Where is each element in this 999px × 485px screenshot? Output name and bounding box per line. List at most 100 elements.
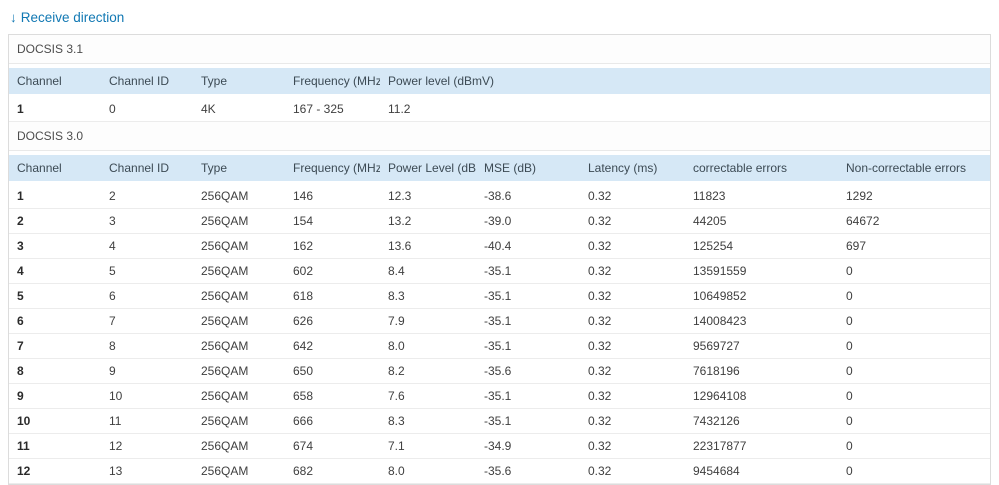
table-cell: 7 (9, 334, 101, 359)
table-cell: 9454684 (685, 459, 838, 484)
table-cell: 7.6 (380, 384, 476, 409)
table-cell: 12.3 (380, 184, 476, 209)
table-row: 5 6 256QAM 618 8.3 -35.1 0.32 10649852 0 (9, 284, 990, 309)
table-cell: 5 (9, 284, 101, 309)
table-cell: 2 (101, 184, 193, 209)
table-cell: 4 (101, 234, 193, 259)
column-header: correctable errors (685, 151, 838, 184)
table-row: 12 13 256QAM 682 8.0 -35.6 0.32 9454684 0 (9, 459, 990, 484)
table-cell: 0.32 (580, 359, 685, 384)
table-cell: 0.32 (580, 459, 685, 484)
column-header: Channel (9, 64, 101, 97)
table-cell: 146 (285, 184, 380, 209)
table-cell: 256QAM (193, 184, 285, 209)
column-header: Channel ID (101, 151, 193, 184)
table-cell: 8.0 (380, 334, 476, 359)
table-cell: 666 (285, 409, 380, 434)
table-cell: 11.2 (380, 97, 990, 122)
table-cell: 162 (285, 234, 380, 259)
table-cell: 12 (9, 459, 101, 484)
table-cell: 0 (838, 334, 990, 359)
table-cell: -38.6 (476, 184, 580, 209)
table-cell: 8.0 (380, 459, 476, 484)
table-cell: 650 (285, 359, 380, 384)
table-cell: 8.3 (380, 284, 476, 309)
column-header: Type (193, 151, 285, 184)
table-cell: -35.1 (476, 309, 580, 334)
table-cell: 7 (101, 309, 193, 334)
table-cell: 0.32 (580, 259, 685, 284)
table-cell: 1 (9, 97, 101, 122)
table-cell: 7.1 (380, 434, 476, 459)
table-cell: 682 (285, 459, 380, 484)
table-row: 9 10 256QAM 658 7.6 -35.1 0.32 12964108 0 (9, 384, 990, 409)
table-cell: 4K (193, 97, 285, 122)
table-cell: 14008423 (685, 309, 838, 334)
table-cell: 8 (101, 334, 193, 359)
table-cell: 0.32 (580, 409, 685, 434)
table-cell: 0 (838, 434, 990, 459)
table-cell: 256QAM (193, 259, 285, 284)
column-header: Channel (9, 151, 101, 184)
table-cell: 0 (838, 409, 990, 434)
table-cell: 7618196 (685, 359, 838, 384)
table-cell: 3 (101, 209, 193, 234)
column-header: Power level (dBmV) (380, 64, 990, 97)
table-cell: 8 (9, 359, 101, 384)
column-header: Type (193, 64, 285, 97)
table-cell: 256QAM (193, 459, 285, 484)
table-cell: 642 (285, 334, 380, 359)
table-cell: 256QAM (193, 234, 285, 259)
table-cell: 602 (285, 259, 380, 284)
table-cell: 6 (9, 309, 101, 334)
table-cell: 0 (838, 359, 990, 384)
column-header: Power Level (dBmV) (380, 151, 476, 184)
page-title: Receive direction (20, 10, 125, 25)
table-cell: 1 (9, 184, 101, 209)
table-cell: 674 (285, 434, 380, 459)
docsis-31-table: Channel Channel ID Type Frequency (MHz) Powe… (9, 64, 990, 122)
table-cell: 256QAM (193, 309, 285, 334)
table-header-row: Channel Channel ID Type Frequency (MHz) Powe… (9, 64, 990, 97)
table-cell: 0.32 (580, 234, 685, 259)
table-cell: 22317877 (685, 434, 838, 459)
table-row: 6 7 256QAM 626 7.9 -35.1 0.32 14008423 0 (9, 309, 990, 334)
column-header: Frequency (MHz) (285, 151, 380, 184)
table-cell: -35.1 (476, 409, 580, 434)
table-cell: 6 (101, 284, 193, 309)
table-cell: 11 (9, 434, 101, 459)
table-cell: 8.3 (380, 409, 476, 434)
table-cell: 8.2 (380, 359, 476, 384)
table-cell: 0.32 (580, 284, 685, 309)
channel-tables-panel: DOCSIS 3.1 Channel Channel ID Type Frequenc… (8, 34, 991, 485)
table-cell: 0.32 (580, 184, 685, 209)
table-cell: -35.1 (476, 284, 580, 309)
table-cell: -35.6 (476, 359, 580, 384)
table-cell: 13591559 (685, 259, 838, 284)
table-cell: 167 - 325 (285, 97, 380, 122)
table-cell: 0.32 (580, 209, 685, 234)
table-cell: 13.2 (380, 209, 476, 234)
receive-direction-toggle[interactable]: ↓ Receive direction (0, 0, 134, 34)
table-cell: 0.32 (580, 384, 685, 409)
column-header: Latency (ms) (580, 151, 685, 184)
table-cell: -34.9 (476, 434, 580, 459)
table-cell: 256QAM (193, 409, 285, 434)
table-cell: 7432126 (685, 409, 838, 434)
table-cell: 64672 (838, 209, 990, 234)
down-arrow-icon: ↓ (10, 10, 17, 25)
table-cell: 697 (838, 234, 990, 259)
table-cell: -35.1 (476, 334, 580, 359)
table-cell: 10 (101, 384, 193, 409)
table-cell: 626 (285, 309, 380, 334)
table-cell: 7.9 (380, 309, 476, 334)
table-cell: 5 (101, 259, 193, 284)
table-row: 10 11 256QAM 666 8.3 -35.1 0.32 7432126 0 (9, 409, 990, 434)
column-header: Frequency (MHz) (285, 64, 380, 97)
table-cell: -35.1 (476, 384, 580, 409)
table-cell: 4 (9, 259, 101, 284)
table-cell: 256QAM (193, 359, 285, 384)
table-cell: 10 (9, 409, 101, 434)
table-cell: 658 (285, 384, 380, 409)
table-cell: -40.4 (476, 234, 580, 259)
